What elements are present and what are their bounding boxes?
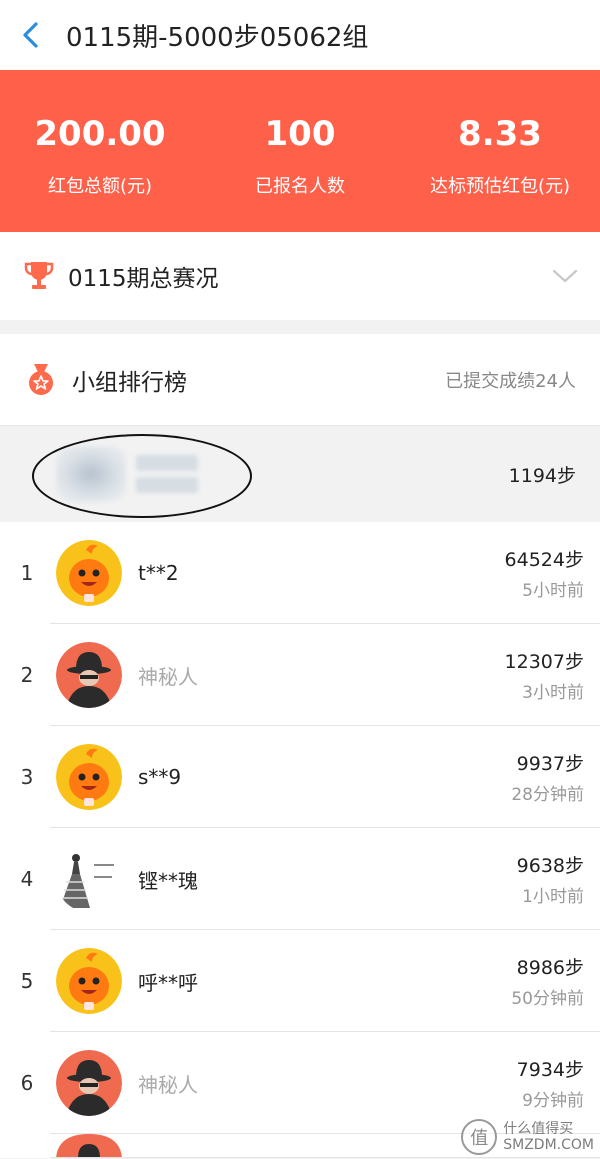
stat-label: 达标预估红包(元) <box>429 176 571 197</box>
summary-banner: 200.00 红包总额(元) 100 已报名人数 8.33 达标预估红包(元) <box>0 70 600 232</box>
leaderboard-title: 小组排行榜 <box>72 369 187 396</box>
rank-number: 1 <box>20 561 34 585</box>
watermark-line1: 什么值得买 <box>503 1121 574 1137</box>
list-item[interactable]: 2 神秘人 12307步 3小时前 <box>0 624 600 726</box>
list-item[interactable]: 5 呼**呼 8986步 50分钟前 <box>0 930 600 1032</box>
submitted-count: 已提交成绩24人 <box>445 370 576 392</box>
my-steps: 1194步 <box>508 464 576 487</box>
user-name: 神秘人 <box>138 664 198 689</box>
smzdm-logo-icon: 值 <box>461 1119 498 1155</box>
step-count: 9638步 <box>516 855 584 877</box>
mystery-person-icon[interactable] <box>56 642 122 708</box>
mystery-person-icon[interactable] <box>56 1134 122 1158</box>
user-name: s**9 <box>138 765 182 789</box>
step-count: 7934步 <box>516 1059 584 1081</box>
stat-label: 已报名人数 <box>255 176 345 197</box>
step-count: 9937步 <box>516 753 584 775</box>
submit-time: 28分钟前 <box>511 785 584 805</box>
rank-number: 5 <box>20 969 34 993</box>
stat-value: 100 <box>264 114 336 154</box>
stat-estimated-red-packet: 8.33 达标预估红包(元) <box>400 70 600 232</box>
rank-number: 2 <box>20 663 34 687</box>
user-name: 铿**瑰 <box>138 868 198 893</box>
medal-icon <box>29 363 53 395</box>
submit-time: 50分钟前 <box>511 989 584 1009</box>
submit-time: 5小时前 <box>522 581 584 601</box>
leaderboard-header: 小组排行榜 已提交成绩24人 <box>0 334 600 426</box>
dress-sketch-icon[interactable] <box>56 846 122 912</box>
step-count: 8986步 <box>516 957 584 979</box>
stat-label: 红包总额(元) <box>47 176 153 197</box>
list-item[interactable]: 4 铿**瑰 9638步 1小时前 <box>0 828 600 930</box>
stat-value: 200.00 <box>34 114 166 154</box>
overview-title: 0115期总赛况 <box>68 266 219 292</box>
mascot-icon[interactable] <box>56 540 122 606</box>
smzdm-watermark: 值 什么值得买 SMZDM.COM <box>461 1119 594 1155</box>
submit-time: 1小时前 <box>522 887 584 907</box>
my-ranking-row[interactable]: 1194步 <box>0 426 600 522</box>
trophy-icon <box>24 262 54 289</box>
stat-total-red-packet: 200.00 红包总额(元) <box>0 70 200 232</box>
rank-number: 6 <box>20 1071 34 1095</box>
submit-time: 3小时前 <box>522 683 584 703</box>
user-name: t**2 <box>138 561 179 585</box>
mascot-icon[interactable] <box>56 744 122 810</box>
mascot-icon[interactable] <box>56 948 122 1014</box>
user-name: 神秘人 <box>138 1072 198 1097</box>
list-item[interactable]: 3 s**9 9937步 28分钟前 <box>0 726 600 828</box>
step-count: 64524步 <box>504 549 584 571</box>
section-divider <box>0 320 600 334</box>
stat-value: 8.33 <box>458 114 542 154</box>
page-title: 0115期-5000步05062组 <box>66 22 369 53</box>
user-name: 呼**呼 <box>138 970 198 995</box>
rank-number: 3 <box>20 765 34 789</box>
step-count: 12307步 <box>504 651 584 673</box>
submit-time: 9分钟前 <box>522 1091 584 1111</box>
mystery-person-icon[interactable] <box>56 1050 122 1116</box>
chevron-down-icon[interactable] <box>552 268 578 284</box>
overview-expander[interactable]: 0115期总赛况 <box>0 232 600 320</box>
back-button[interactable] <box>20 20 50 50</box>
top-bar: 0115期-5000步05062组 <box>0 0 600 70</box>
watermark-line2: SMZDM.COM <box>503 1137 594 1153</box>
stat-registered-count: 100 已报名人数 <box>200 70 400 232</box>
hand-drawn-circle-annotation <box>32 434 252 518</box>
list-item[interactable]: 1 t**2 64524步 5小时前 <box>0 522 600 624</box>
rank-number: 4 <box>20 867 34 891</box>
back-arrow-icon[interactable] <box>20 21 40 49</box>
leaderboard-list: 1 t**2 64524步 5小时前 2 神秘人 12307步 3小时前 3 s… <box>0 522 600 1158</box>
